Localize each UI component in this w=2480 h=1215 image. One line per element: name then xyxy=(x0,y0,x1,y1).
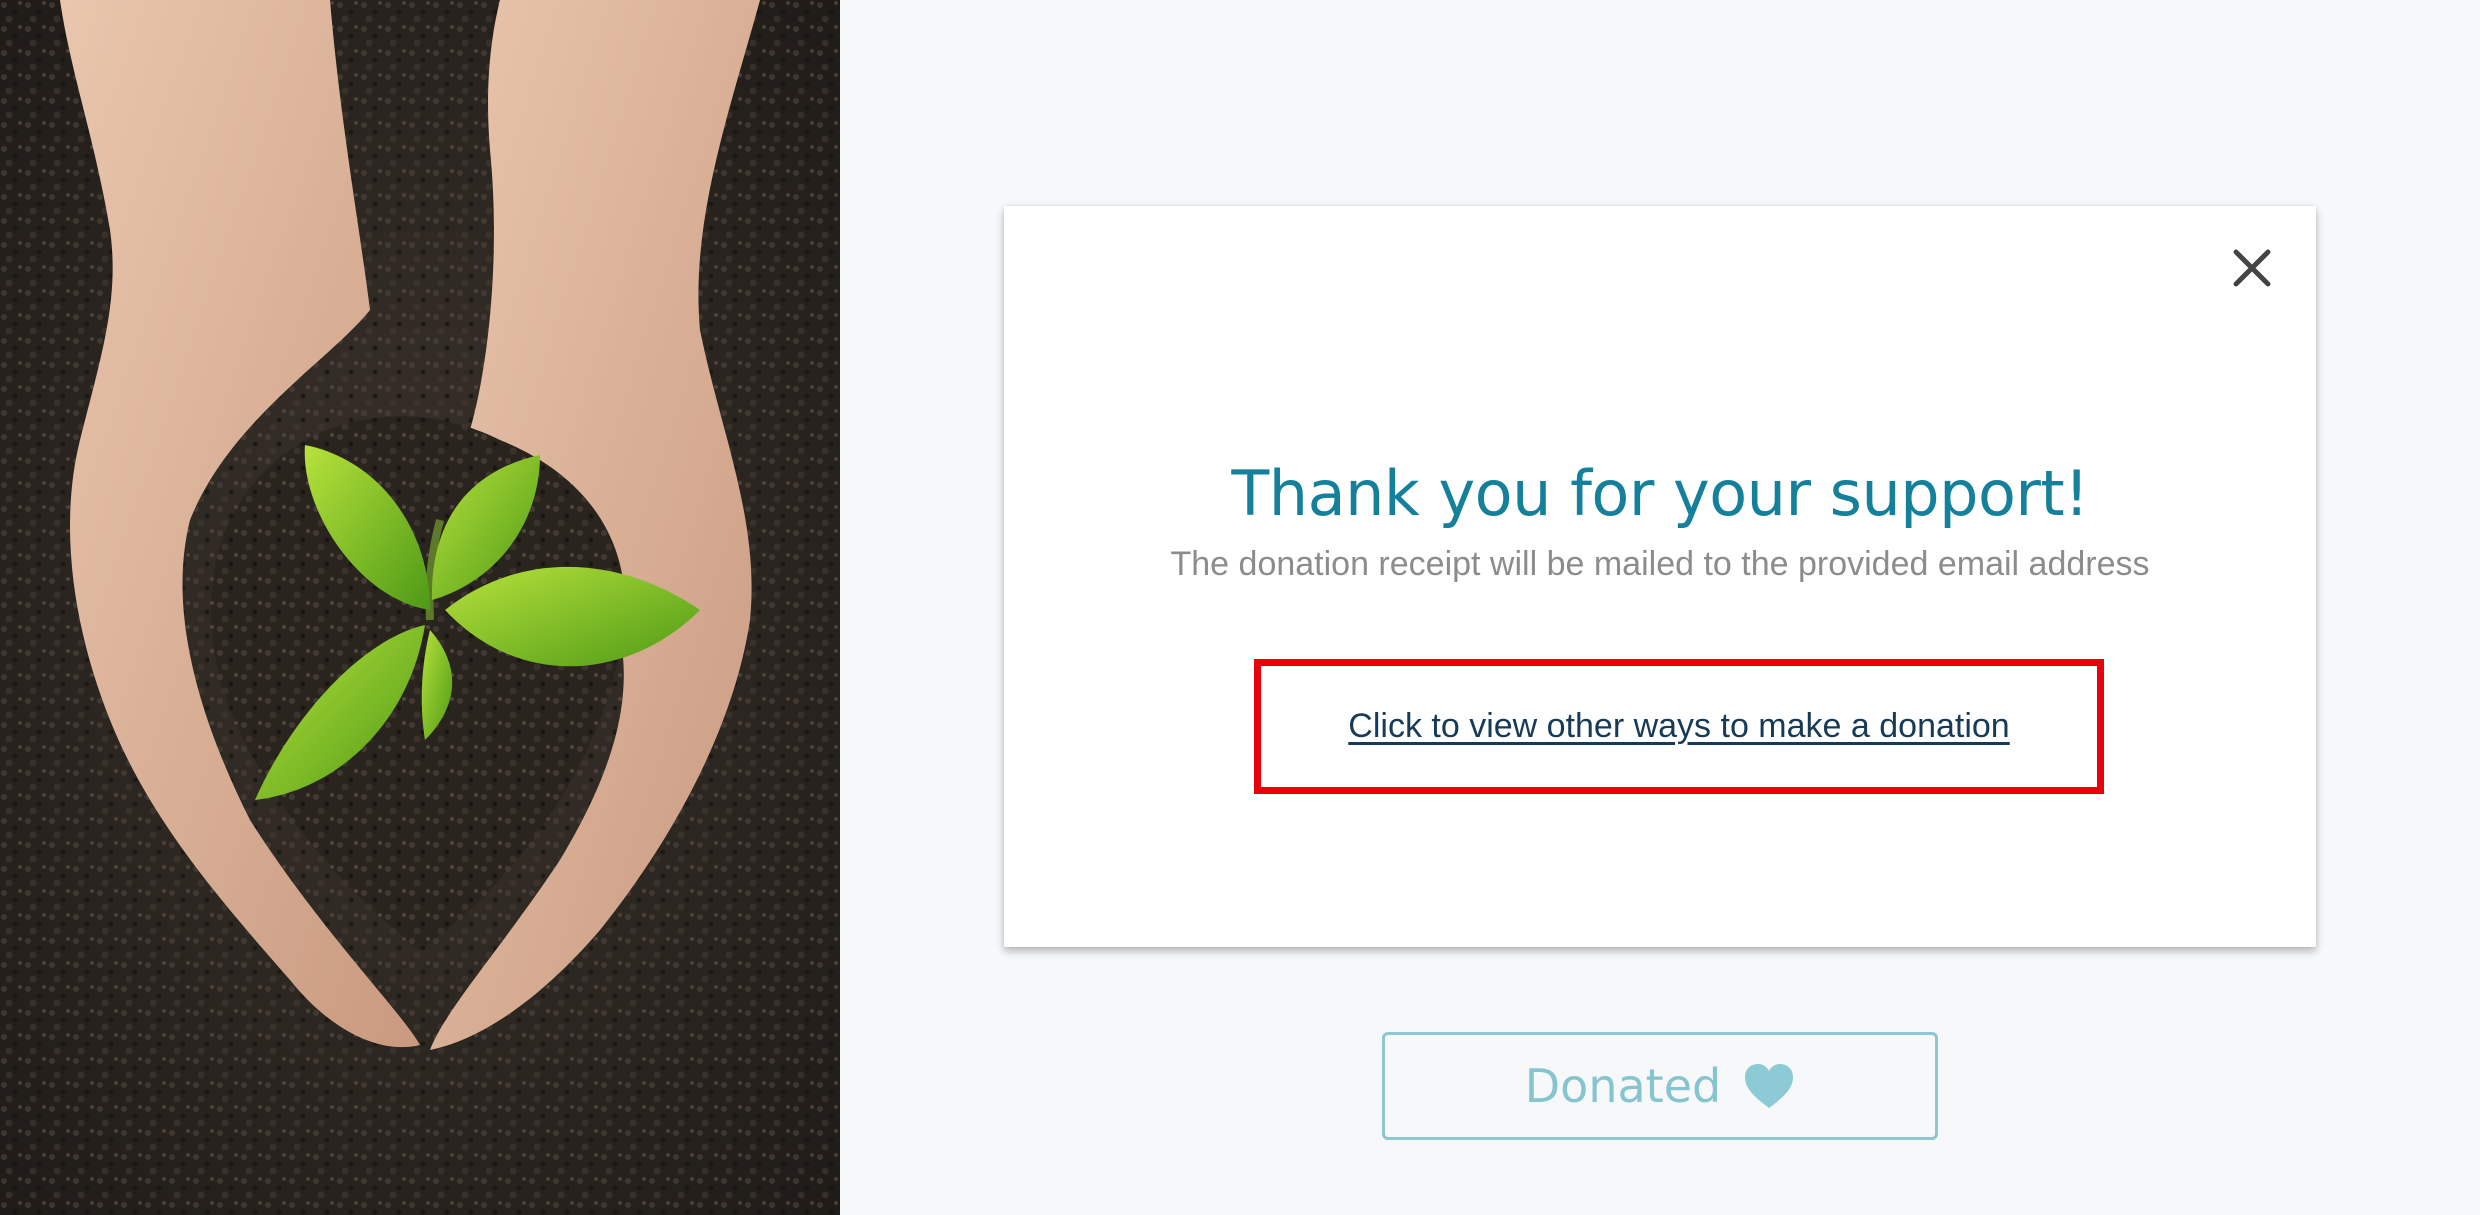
heart-icon xyxy=(1743,1062,1795,1110)
modal-title: Thank you for your support! xyxy=(1231,457,2089,530)
donated-button[interactable]: Donated xyxy=(1382,1032,1938,1140)
close-icon xyxy=(2224,240,2280,296)
modal-subtitle: The donation receipt will be mailed to t… xyxy=(1170,545,2150,583)
close-button[interactable] xyxy=(2224,240,2280,296)
other-ways-link[interactable]: Click to view other ways to make a donat… xyxy=(1348,707,2009,746)
thank-you-modal: Thank you for your support! The donation… xyxy=(1004,206,2316,947)
donation-confirmation-page: Thank you for your support! The donation… xyxy=(0,0,2480,1215)
hero-image xyxy=(0,0,840,1215)
other-ways-highlight-box: Click to view other ways to make a donat… xyxy=(1254,659,2104,794)
donated-label: Donated xyxy=(1524,1059,1722,1113)
